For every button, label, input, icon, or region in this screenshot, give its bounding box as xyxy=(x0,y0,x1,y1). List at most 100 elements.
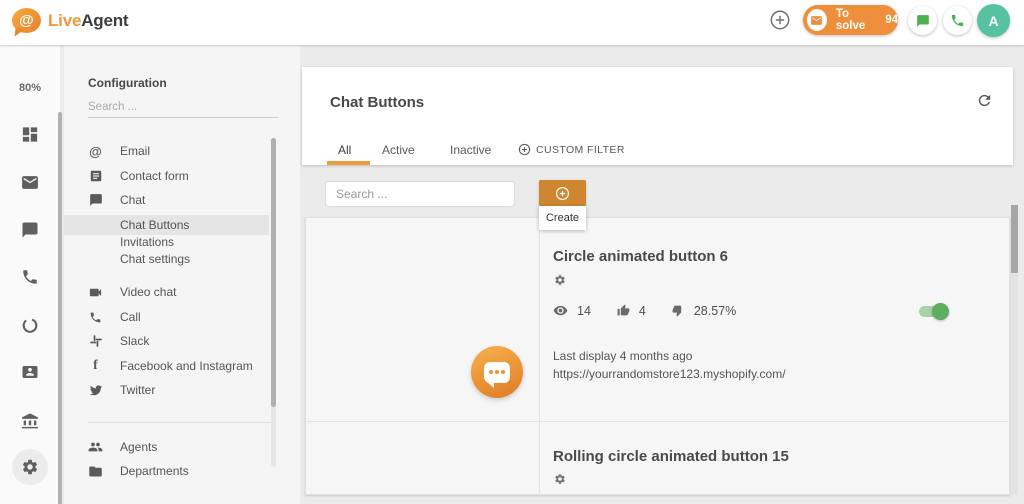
folder-icon xyxy=(88,464,103,479)
phone-icon xyxy=(88,311,103,324)
tab-active[interactable]: Active xyxy=(382,143,415,157)
create-tooltip: Create xyxy=(539,206,586,230)
thumb-down-icon xyxy=(672,304,685,317)
sidebar-title: Configuration xyxy=(88,76,167,90)
sidebar-item-video-chat[interactable]: Video chat xyxy=(64,282,300,302)
rail-ring-button[interactable] xyxy=(21,316,40,335)
configuration-sidebar: Configuration @ Email Contact form Chat … xyxy=(64,45,300,504)
sidebar-item-label: Chat xyxy=(120,193,145,207)
liveagent-logo[interactable]: @ LiveAgent xyxy=(12,8,128,33)
page-header-card: Chat Buttons All Active Inactive CUSTOM … xyxy=(302,67,1013,165)
at-icon: @ xyxy=(88,144,103,159)
video-camera-icon xyxy=(88,285,103,300)
last-display-text: Last display 4 months ago xyxy=(553,349,692,363)
enabled-toggle[interactable] xyxy=(919,306,947,317)
views-count: 14 xyxy=(577,304,591,318)
performance-percent[interactable]: 80% xyxy=(19,82,41,94)
plus-circle-icon xyxy=(555,186,570,201)
list-column-divider xyxy=(539,218,540,496)
refresh-button[interactable] xyxy=(976,92,993,109)
sidebar-item-label: Departments xyxy=(120,464,189,478)
rail-chats-button[interactable] xyxy=(21,221,39,239)
brand-name-live: Live xyxy=(48,11,81,30)
sidebar-item-label: Call xyxy=(120,310,141,324)
calls-button[interactable] xyxy=(943,6,972,35)
tab-all[interactable]: All xyxy=(338,143,351,157)
chats-button[interactable] xyxy=(908,6,937,35)
chat-icon xyxy=(916,14,930,28)
tab-inactive[interactable]: Inactive xyxy=(450,143,491,157)
row-settings-button[interactable] xyxy=(554,473,566,485)
rail-scrollbar[interactable] xyxy=(58,112,62,504)
dashboard-icon xyxy=(21,125,40,144)
gear-icon xyxy=(554,473,566,485)
avatar-letter: A xyxy=(988,13,998,29)
button-url[interactable]: https://yourrandomstore123.myshopify.com… xyxy=(553,367,786,381)
row-settings-button[interactable] xyxy=(554,274,566,286)
sidebar-item-call[interactable]: Call xyxy=(64,307,300,327)
top-bar: @ LiveAgent To solve 94 A xyxy=(0,0,1024,45)
custom-filter-label: CUSTOM FILTER xyxy=(536,144,625,156)
sidebar-item-label: Slack xyxy=(120,334,149,348)
sidebar-item-label: Contact form xyxy=(120,169,189,183)
sidebar-item-agents[interactable]: Agents xyxy=(64,437,300,457)
envelope-icon xyxy=(807,9,827,31)
chat-button-title[interactable]: Circle animated button 6 xyxy=(553,248,728,265)
form-icon xyxy=(88,169,103,183)
brand-at-glyph: @ xyxy=(19,12,34,29)
envelope-icon xyxy=(21,173,40,192)
sidebar-item-slack[interactable]: Slack xyxy=(64,331,300,351)
sidebar-item-chat[interactable]: Chat xyxy=(64,190,300,210)
user-avatar[interactable]: A xyxy=(977,4,1010,37)
sidebar-item-email[interactable]: @ Email xyxy=(64,141,300,161)
sidebar-search-input[interactable] xyxy=(88,96,278,118)
phone-icon xyxy=(21,268,39,286)
phone-icon xyxy=(950,13,965,28)
create-button[interactable] xyxy=(539,180,586,206)
rail-dashboard-button[interactable] xyxy=(21,125,40,144)
gear-icon xyxy=(21,458,39,476)
thumb-up-icon xyxy=(617,304,630,317)
sidebar-item-twitter[interactable]: Twitter xyxy=(64,380,300,400)
brand-bubble-icon: @ xyxy=(12,8,41,33)
twitter-icon xyxy=(88,383,103,397)
sidebar-item-label: Agents xyxy=(120,440,157,454)
gear-icon xyxy=(554,274,566,286)
brand-name: LiveAgent xyxy=(48,11,128,31)
page-title: Chat Buttons xyxy=(330,94,424,111)
tab-custom-filter[interactable]: CUSTOM FILTER xyxy=(518,143,625,156)
sidebar-item-label: Chat settings xyxy=(120,252,190,266)
rail-settings-button[interactable] xyxy=(21,458,39,476)
list-search-input[interactable] xyxy=(325,181,515,207)
ring-icon xyxy=(21,316,40,335)
chat-bubble-icon xyxy=(88,193,103,207)
slack-icon xyxy=(88,334,103,348)
sidebar-divider xyxy=(88,422,274,423)
chat-button-title[interactable]: Rolling circle animated button 15 xyxy=(553,448,789,465)
sidebar-item-departments[interactable]: Departments xyxy=(64,461,300,481)
rail-customers-button[interactable] xyxy=(21,363,39,381)
sidebar-scrollbar-thumb[interactable] xyxy=(271,138,276,407)
chat-button-preview[interactable] xyxy=(471,346,523,398)
to-solve-label: To solve xyxy=(836,8,877,32)
to-solve-button[interactable]: To solve 94 xyxy=(803,5,898,35)
agents-icon xyxy=(88,439,103,455)
sidebar-item-label: Invitations xyxy=(120,235,174,249)
sidebar-item-contact-form[interactable]: Contact form xyxy=(64,166,300,186)
list-scrollbar-thumb[interactable] xyxy=(1011,205,1018,273)
sidebar-item-facebook-instagram[interactable]: f Facebook and Instagram xyxy=(64,356,300,376)
sidebar-item-label: Email xyxy=(120,144,150,158)
refresh-icon xyxy=(976,92,993,109)
active-tab-indicator xyxy=(327,161,370,165)
plus-circle-icon xyxy=(518,143,531,156)
contact-card-icon xyxy=(21,363,39,381)
sidebar-item-chat-settings[interactable]: Chat settings xyxy=(64,249,300,269)
add-new-button[interactable] xyxy=(769,9,791,31)
rail-tickets-button[interactable] xyxy=(21,173,40,192)
plus-circle-icon xyxy=(769,9,791,31)
rail-calls-button[interactable] xyxy=(21,268,39,286)
to-solve-count-badge: 94 xyxy=(885,14,898,26)
chat-buttons-list: Circle animated button 6 14 4 28.57% Las… xyxy=(305,217,1010,495)
rail-academy-button[interactable] xyxy=(21,411,40,430)
row-divider xyxy=(306,421,1011,422)
